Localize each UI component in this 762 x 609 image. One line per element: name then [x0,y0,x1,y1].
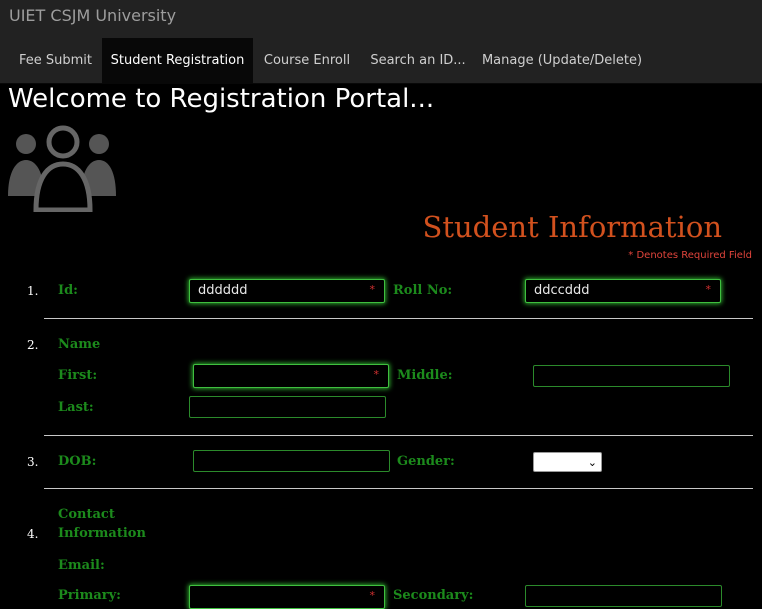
tab-manage[interactable]: Manage (Update/Delete) [475,38,649,83]
secondary-email-label: Secondary: [393,588,474,603]
id-input-value: dddddd [198,283,248,298]
middle-name-label: Middle: [397,368,453,383]
row-number: 4. [27,527,39,541]
contact-group-label-line2: Information [58,526,146,541]
required-marker: * [705,283,712,296]
last-name-label: Last: [58,400,94,415]
email-label: Email: [58,558,105,573]
first-name-input[interactable]: * [193,364,389,388]
required-note: * Denotes Required Field [628,250,752,261]
name-group-label: Name [58,337,101,352]
app-titlebar: UIET CSJM University [0,0,762,39]
secondary-email-input[interactable] [525,585,722,607]
id-input[interactable]: dddddd * [189,279,385,303]
dob-label: DOB: [58,454,97,469]
gender-select[interactable]: ⌄ [533,452,602,472]
row-divider [44,435,753,436]
id-label: Id: [58,283,78,298]
middle-name-input[interactable] [533,365,730,387]
required-marker: * [369,283,376,296]
page-title: Welcome to Registration Portal... [8,84,435,114]
roll-no-label: Roll No: [393,283,453,298]
row-number: 2. [27,338,39,352]
roll-no-input-value: ddccddd [534,283,590,298]
row-number: 3. [27,455,39,469]
row-divider [44,318,753,319]
section-title: Student Information [422,210,722,244]
chevron-down-icon: ⌄ [587,456,597,469]
required-marker: * [369,589,376,602]
roll-no-input[interactable]: ddccddd * [525,279,721,303]
tab-student-registration[interactable]: Student Registration [102,38,253,83]
required-marker: * [373,368,380,381]
app-title[interactable]: UIET CSJM University [9,6,176,25]
users-group-icon [8,125,116,212]
last-name-input[interactable] [189,396,386,418]
primary-email-input[interactable]: * [189,585,385,609]
row-number: 1. [27,284,39,298]
gender-label: Gender: [397,454,455,469]
tab-course-enroll[interactable]: Course Enroll [253,38,361,83]
tab-search-id[interactable]: Search an ID... [361,38,475,83]
tab-fee-submit[interactable]: Fee Submit [9,38,102,83]
contact-group-label: Contact [58,507,115,522]
first-name-label: First: [58,368,98,383]
dob-input[interactable] [193,450,390,472]
primary-email-label: Primary: [58,588,121,603]
row-divider [44,488,753,489]
nav-tabs: Fee Submit Student Registration Course E… [0,38,762,84]
